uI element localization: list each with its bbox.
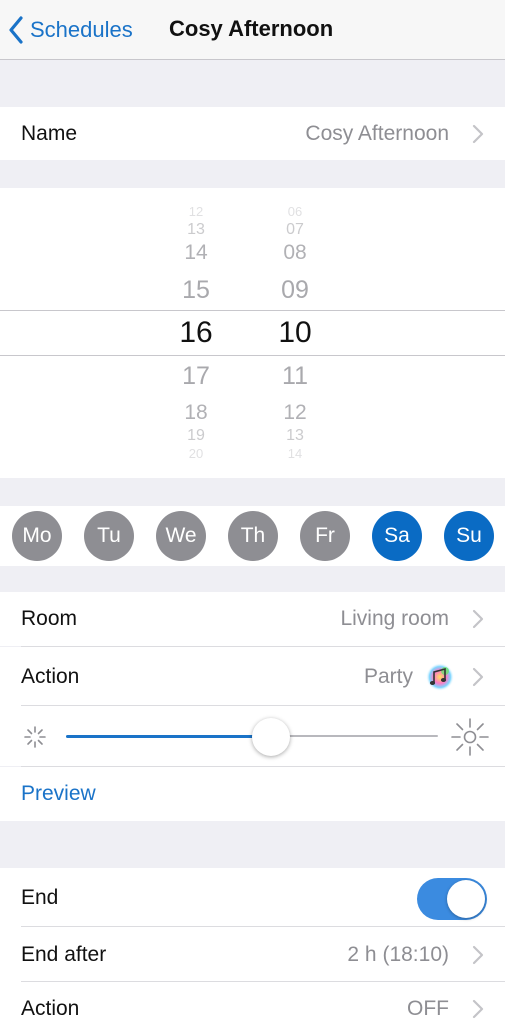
- chevron-right-icon: [472, 609, 484, 629]
- chevron-right-icon: [472, 999, 484, 1018]
- slider-track-filled[interactable]: [66, 735, 271, 738]
- room-row[interactable]: Room Living room: [0, 592, 505, 646]
- action-value: Party: [363, 664, 413, 688]
- name-row[interactable]: Name Cosy Afternoon: [0, 107, 505, 160]
- minute-option[interactable]: 13: [265, 427, 325, 445]
- page-title: Cosy Afternoon: [169, 16, 334, 41]
- party-music-icon: [426, 662, 454, 691]
- minute-option[interactable]: 12: [265, 400, 325, 426]
- minute-option[interactable]: 06: [265, 206, 325, 218]
- hour-option[interactable]: 17: [166, 361, 226, 391]
- toggle-knob: [447, 880, 485, 918]
- end-after-value: 2 h (18:10): [347, 942, 449, 966]
- day-tuesday[interactable]: Tu: [84, 511, 134, 561]
- end-toggle[interactable]: [417, 878, 487, 920]
- hour-option[interactable]: 13: [166, 221, 226, 239]
- minute-option[interactable]: 07: [265, 221, 325, 239]
- brightness-slider-thumb[interactable]: [251, 718, 290, 756]
- hour-option[interactable]: 19: [166, 427, 226, 445]
- name-value: Cosy Afternoon: [305, 121, 449, 145]
- room-label: Room: [21, 607, 78, 630]
- hour-option[interactable]: 14: [166, 240, 226, 266]
- end-after-row[interactable]: End after 2 h (18:10): [0, 927, 505, 982]
- back-button[interactable]: Schedules: [8, 12, 133, 48]
- brightness-slider-row: [0, 706, 505, 766]
- dim-sun-icon: [24, 726, 46, 748]
- day-saturday[interactable]: Sa: [372, 511, 422, 561]
- hour-option[interactable]: 18: [166, 400, 226, 426]
- day-monday[interactable]: Mo: [12, 511, 62, 561]
- minute-option[interactable]: 11: [265, 361, 325, 391]
- end-after-label: End after: [21, 942, 107, 966]
- hour-option[interactable]: 12: [166, 206, 226, 218]
- minute-option[interactable]: 08: [265, 240, 325, 266]
- hour-option[interactable]: 15: [166, 275, 226, 305]
- day-thursday[interactable]: Th: [228, 511, 278, 561]
- picker-selection-band: [0, 310, 505, 356]
- day-sunday[interactable]: Su: [444, 511, 494, 561]
- day-friday[interactable]: Fr: [300, 511, 350, 561]
- weekday-selector: Mo Tu We Th Fr Sa Su: [0, 506, 505, 566]
- end-action-row[interactable]: Action OFF: [0, 982, 505, 1035]
- slider-track-empty[interactable]: [270, 735, 438, 737]
- chevron-right-icon: [472, 945, 484, 964]
- preview-link[interactable]: Preview: [21, 782, 96, 806]
- end-label: End: [21, 885, 59, 909]
- chevron-right-icon: [472, 124, 484, 143]
- hour-selected[interactable]: 16: [166, 315, 226, 351]
- action-label: Action: [21, 664, 80, 688]
- end-row: End: [0, 868, 505, 927]
- preview-row: Preview: [0, 767, 505, 821]
- bright-sun-icon: [451, 718, 489, 756]
- room-value: Living room: [340, 607, 449, 630]
- end-action-label: Action: [21, 996, 80, 1020]
- navigation-bar: Schedules Cosy Afternoon: [0, 0, 505, 60]
- minute-option[interactable]: 09: [265, 275, 325, 305]
- back-button-label: Schedules: [30, 17, 133, 42]
- day-wednesday[interactable]: We: [156, 511, 206, 561]
- name-label: Name: [21, 121, 78, 145]
- minute-selected[interactable]: 10: [265, 315, 325, 351]
- chevron-right-icon: [472, 667, 484, 686]
- chevron-left-icon: [9, 16, 23, 44]
- time-picker[interactable]: 12 13 14 15 16 17 18 19 20 06 07 08 09 10 11 12 13 14: [0, 188, 505, 478]
- end-action-value: OFF: [407, 996, 449, 1020]
- action-row[interactable]: Action Party: [0, 647, 505, 706]
- hour-option[interactable]: 20: [166, 448, 226, 460]
- minute-option[interactable]: 14: [265, 448, 325, 460]
